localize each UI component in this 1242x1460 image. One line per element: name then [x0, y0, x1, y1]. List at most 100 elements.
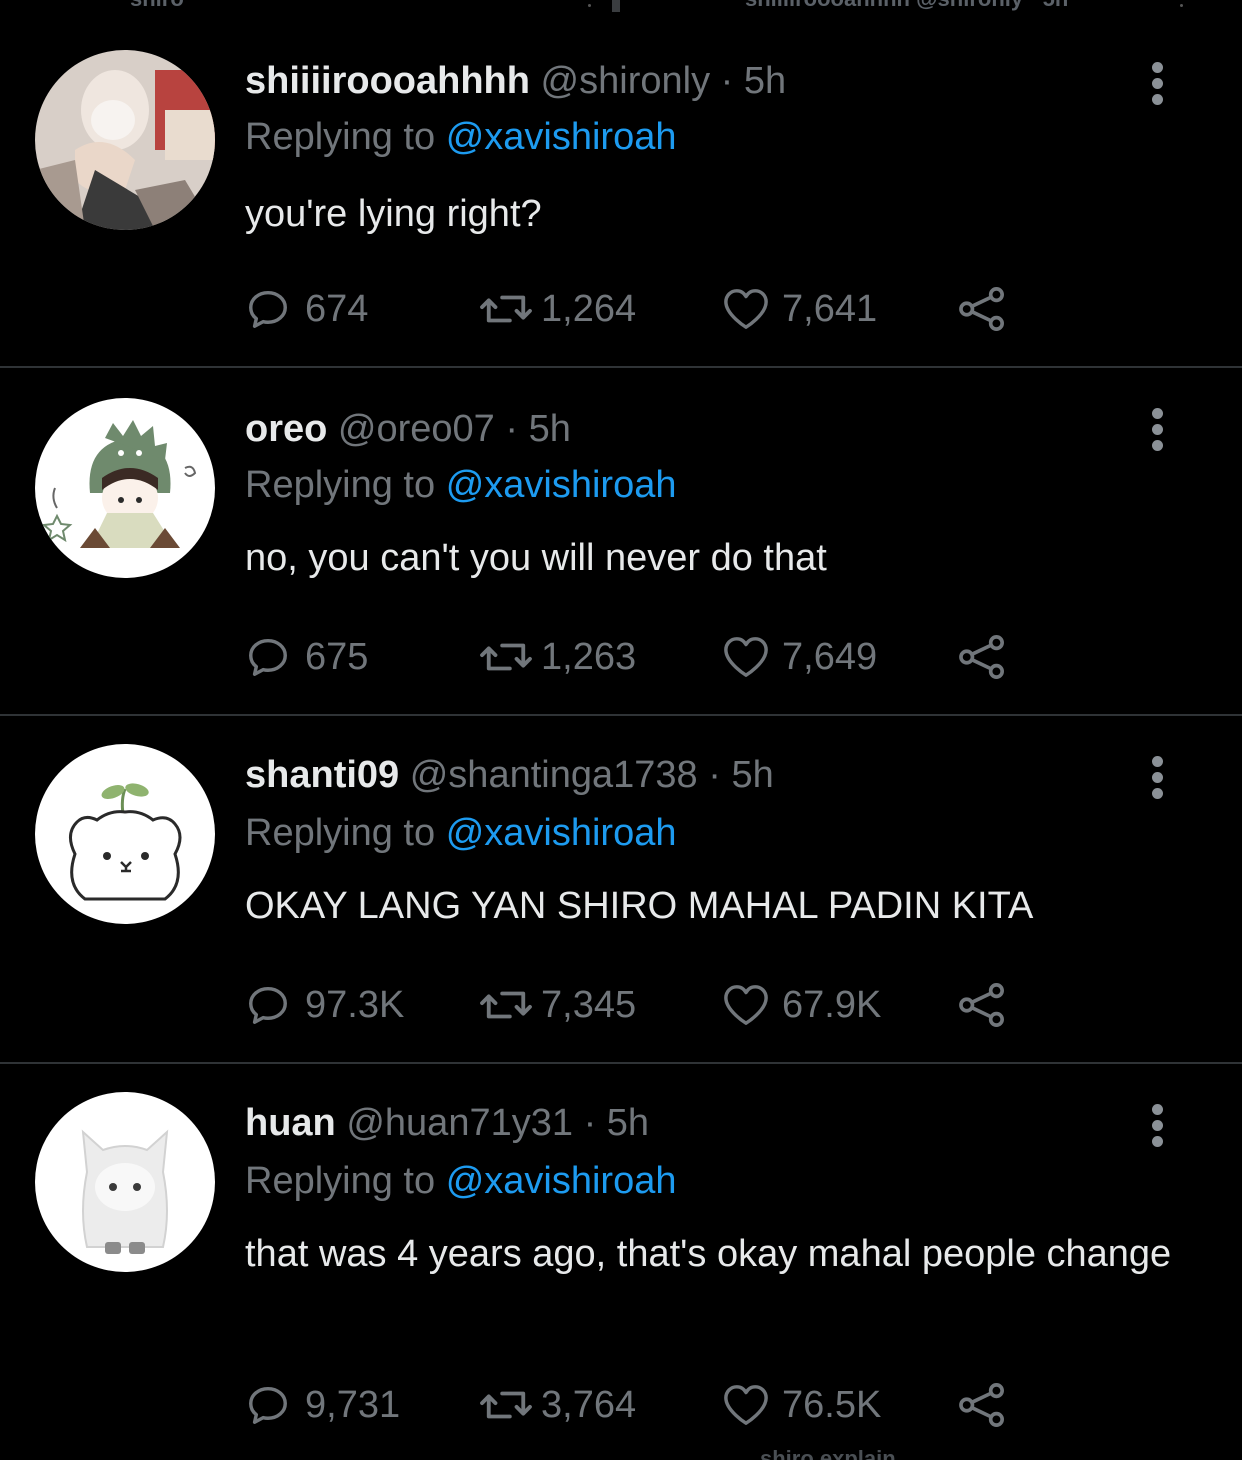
retweet-count: 1,264 [541, 287, 637, 330]
separator: · [708, 754, 721, 796]
share-icon [959, 287, 1004, 331]
display-name[interactable]: oreo [245, 408, 327, 450]
more-options-icon[interactable] [1148, 408, 1168, 452]
reply-count: 97.3K [305, 983, 405, 1026]
more-options-icon[interactable] [1148, 1104, 1168, 1148]
like-count: 67.9K [782, 983, 882, 1026]
replying-to: Replying to @xavishiroah [245, 1158, 676, 1204]
reply-button[interactable]: 674 [245, 284, 368, 334]
timestamp[interactable]: 5h [731, 754, 773, 796]
avatar[interactable] [35, 50, 215, 230]
replying-to-label: Replying to [245, 464, 436, 506]
share-icon [959, 983, 1004, 1027]
tweet-reply[interactable]: shiiiiroooahhhh @shironly · 5h Replying … [0, 20, 1242, 368]
share-button[interactable] [955, 284, 1011, 334]
separator: · [583, 1102, 597, 1144]
reply-count: 9,731 [305, 1383, 401, 1426]
like-icon [724, 985, 768, 1025]
tweet-text: OKAY LANG YAN SHIRO MAHAL PADIN KITA [245, 885, 1034, 927]
replying-to: Replying to @xavishiroah [245, 462, 676, 508]
mention-link[interactable]: @xavishiroah [446, 116, 677, 158]
tweet-text: no, you can't you will never do that [245, 537, 827, 579]
mention-link[interactable]: @xavishiroah [446, 1160, 677, 1202]
share-button[interactable] [955, 1380, 1011, 1430]
retweet-button[interactable]: 1,263 [477, 632, 636, 682]
top-fragment-right: shiiiiroooahhhh @shironly · 5h [745, 0, 1068, 12]
reply-button[interactable]: 675 [245, 632, 368, 682]
retweet-icon [480, 991, 532, 1019]
tweet-header: huan @huan71y31 · 5h [245, 1100, 649, 1146]
reply-button[interactable]: 97.3K [245, 980, 404, 1030]
like-button[interactable]: 76.5K [720, 1380, 881, 1430]
reply-icon [249, 638, 287, 676]
user-handle[interactable]: @oreo07 [338, 408, 495, 450]
retweet-button[interactable]: 7,345 [477, 980, 636, 1030]
user-handle[interactable]: @shironly [541, 60, 711, 102]
reply-icon [249, 986, 287, 1024]
share-icon [959, 635, 1004, 679]
tweet-text: you're lying right? [245, 193, 542, 235]
previous-tweet-fragment: shiro shiiiiroooahhhh @shironly · 5h [0, 0, 1242, 18]
separator: · [720, 60, 734, 102]
mention-link[interactable]: @xavishiroah [446, 464, 677, 506]
bottom-fragment: shiro explain. [760, 1448, 902, 1460]
mention-link[interactable]: @xavishiroah [446, 812, 677, 854]
tweet-actions: 675 1,263 7,649 [245, 632, 1145, 682]
reply-count: 675 [305, 635, 369, 678]
tweet-reply[interactable]: huan @huan71y31 · 5h Replying to @xavish… [0, 1064, 1242, 1448]
separator: · [505, 408, 519, 450]
timestamp[interactable]: 5h [529, 408, 571, 450]
display-name[interactable]: shanti09 [245, 754, 399, 796]
user-handle[interactable]: @huan71y31 [346, 1102, 573, 1144]
avatar[interactable] [35, 1092, 215, 1272]
like-button[interactable]: 7,641 [720, 284, 877, 334]
tweet-reply[interactable]: oreo @oreo07 · 5h Replying to @xavishiro… [0, 368, 1242, 716]
retweet-icon [480, 295, 532, 323]
replying-to: Replying to @xavishiroah [245, 114, 676, 160]
retweet-count: 7,345 [541, 983, 637, 1026]
timestamp[interactable]: 5h [607, 1102, 649, 1144]
tweet-text: that was 4 years ago, that's okay mahal … [245, 1233, 1172, 1275]
like-count: 7,641 [782, 287, 878, 330]
replying-to: Replying to @xavishiroah [245, 810, 676, 856]
retweet-icon [480, 643, 532, 671]
display-name[interactable]: shiiiiroooahhhh [245, 60, 530, 102]
reply-icon [249, 1386, 287, 1424]
tweet-actions: 674 1,264 7,641 [245, 284, 1145, 334]
like-icon [724, 289, 768, 329]
share-button[interactable] [955, 980, 1011, 1030]
tweet-header: shanti09 @shantinga1738 · 5h [245, 752, 774, 798]
like-count: 7,649 [782, 635, 878, 678]
retweet-icon [480, 1391, 532, 1419]
like-button[interactable]: 7,649 [720, 632, 877, 682]
replying-to-label: Replying to [245, 812, 436, 854]
avatar[interactable] [35, 398, 215, 578]
tweet-reply[interactable]: shanti09 @shantinga1738 · 5h Replying to… [0, 716, 1242, 1064]
like-icon [724, 1385, 768, 1425]
like-count: 76.5K [782, 1383, 882, 1426]
timestamp[interactable]: 5h [744, 60, 786, 102]
user-handle[interactable]: @shantinga1738 [410, 754, 698, 796]
reply-button[interactable]: 9,731 [245, 1380, 400, 1430]
tweet-actions: 9,731 3,764 76.5K [245, 1380, 1145, 1430]
share-button[interactable] [955, 632, 1011, 682]
share-icon [959, 1383, 1004, 1427]
tweet-header: oreo @oreo07 · 5h [245, 406, 571, 452]
reply-count: 674 [305, 287, 369, 330]
top-fragment-left: shiro [130, 0, 184, 12]
like-button[interactable]: 67.9K [720, 980, 881, 1030]
retweet-count: 3,764 [541, 1383, 637, 1426]
retweet-count: 1,263 [541, 635, 637, 678]
reply-icon [249, 290, 287, 328]
next-tweet-fragment: shiro explain. [0, 1448, 1242, 1460]
retweet-button[interactable]: 3,764 [477, 1380, 636, 1430]
replying-to-label: Replying to [245, 1160, 436, 1202]
avatar[interactable] [35, 744, 215, 924]
more-options-icon[interactable] [1148, 756, 1168, 800]
tweet-actions: 97.3K 7,345 67.9K [245, 980, 1145, 1030]
retweet-button[interactable]: 1,264 [477, 284, 636, 334]
replying-to-label: Replying to [245, 116, 436, 158]
more-options-icon[interactable] [1148, 62, 1168, 106]
display-name[interactable]: huan [245, 1102, 336, 1144]
tweet-header: shiiiiroooahhhh @shironly · 5h [245, 58, 786, 104]
